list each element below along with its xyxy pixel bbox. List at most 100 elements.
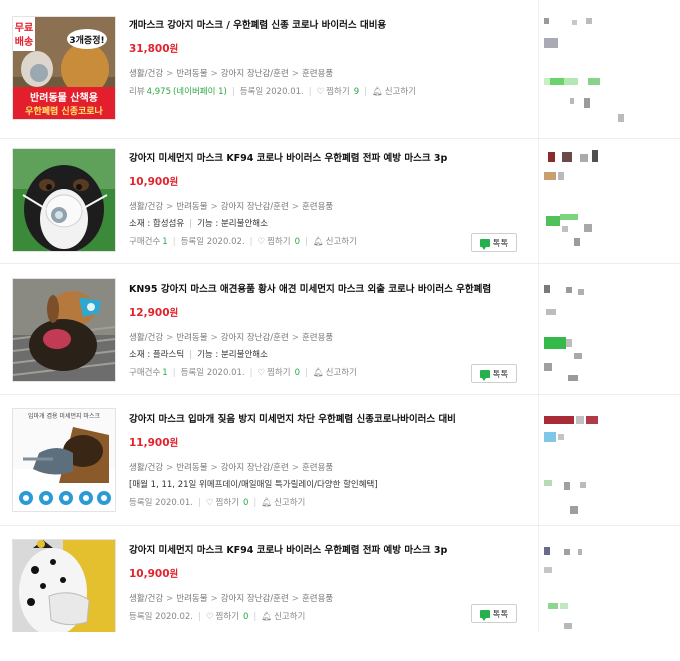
- category-link[interactable]: 강아지 장난감/훈련: [221, 463, 289, 473]
- category-link[interactable]: 훈련용품: [302, 69, 333, 79]
- purchase-label: 구매건수: [129, 237, 161, 247]
- category-link[interactable]: 반려동물: [176, 333, 207, 343]
- badge-text-1: 무료: [15, 22, 33, 34]
- product-image[interactable]: [12, 539, 116, 632]
- review-label[interactable]: 리뷰: [129, 87, 145, 98]
- report-button[interactable]: 🔔︎ 신고하기: [261, 612, 305, 623]
- product-spec: 소재 : 합성섬유 | 기능 : 분리불안해소: [129, 219, 268, 229]
- product-title[interactable]: 강아지 미세먼지 마스크 KF94 코로나 바이러스 우한폐렴 전파 예방 마스…: [129, 153, 529, 165]
- price-value: 31,800: [129, 43, 170, 55]
- dog-white-mask-image: [13, 149, 115, 251]
- product-image[interactable]: [12, 278, 116, 382]
- wish-count: 0: [294, 237, 300, 247]
- promo-line-2: 우한폐렴 신종코로나: [25, 105, 103, 117]
- spec-function: 기능 : 분리불안해소: [197, 219, 268, 229]
- category-link[interactable]: 반려동물: [176, 202, 207, 212]
- category-link[interactable]: 훈련용품: [302, 594, 333, 604]
- purchase-label: 구매건수: [129, 368, 161, 378]
- talktalk-button[interactable]: 톡톡: [471, 233, 517, 252]
- bell-icon: 🔔︎: [261, 612, 273, 622]
- report-button[interactable]: 🔔︎ 신고하기: [313, 237, 357, 248]
- report-button[interactable]: 🔔︎ 신고하기: [261, 498, 305, 509]
- promo-text: [매월 1, 11, 21일 위메프데이/매일매일 특가릴레이/다양한 할인혜택…: [129, 480, 378, 490]
- spec-function: 기능 : 분리불안해소: [197, 350, 268, 360]
- category-breadcrumb: 생활/건강 > 반려동물 > 강아지 장난감/훈련 > 훈련용품: [129, 594, 334, 604]
- currency-unit: 원: [169, 569, 179, 580]
- category-link[interactable]: 생활/건강: [129, 69, 163, 79]
- category-link[interactable]: 반려동물: [176, 594, 207, 604]
- talk-label: 톡톡: [492, 238, 509, 249]
- product-title[interactable]: 강아지 미세먼지 마스크 KF94 코로나 바이러스 우한폐렴 전파 예방 마스…: [129, 545, 529, 557]
- wish-count: 0: [242, 498, 249, 508]
- category-link[interactable]: 생활/건강: [129, 202, 163, 212]
- wish-label: 찜하기: [267, 237, 291, 247]
- report-label: 신고하기: [325, 368, 357, 378]
- talktalk-button[interactable]: 톡톡: [471, 364, 517, 383]
- promo-line-1: 반려동물 산책용: [30, 91, 98, 104]
- register-date: 등록일 2020.02.: [129, 612, 194, 622]
- category-link[interactable]: 반려동물: [176, 69, 207, 79]
- heart-icon: ♡: [257, 368, 266, 378]
- product-image[interactable]: [12, 148, 116, 252]
- dog-kn95-mask-image: [13, 279, 115, 381]
- wish-button[interactable]: ♡ 찜하기 0: [206, 612, 249, 623]
- spec-material: 소재 : 플라스틱: [129, 350, 185, 360]
- currency-unit: 원: [169, 44, 179, 55]
- product-title[interactable]: 강아지 마스크 입마개 짖음 방지 미세먼지 차단 우한폐렴 신종코로나바이러스…: [129, 414, 529, 426]
- talk-label: 톡톡: [492, 609, 509, 620]
- category-link[interactable]: 생활/건강: [129, 463, 163, 473]
- category-link[interactable]: 반려동물: [176, 463, 207, 473]
- review-count[interactable]: 4,975: [147, 87, 171, 98]
- bell-icon: 🔔︎: [371, 87, 383, 97]
- category-link[interactable]: 강아지 장난감/훈련: [221, 202, 289, 212]
- purchase-count: 1: [162, 368, 168, 378]
- price-value: 10,900: [129, 176, 170, 188]
- wish-button[interactable]: ♡ 찜하기 0: [257, 237, 300, 248]
- report-label: 신고하기: [274, 498, 306, 508]
- product-title[interactable]: 개마스크 강아지 마스크 / 우한폐렴 신종 코로나 바이러스 대비용: [129, 20, 529, 32]
- list-item: 강아지 미세먼지 마스크 KF94 코로나 바이러스 우한폐렴 전파 예방 마스…: [0, 138, 680, 264]
- product-image[interactable]: 입마개 겸용 미세먼지 마스크: [12, 408, 116, 512]
- category-link[interactable]: 강아지 장난감/훈련: [221, 594, 289, 604]
- category-breadcrumb: 생활/건강 > 반려동물 > 강아지 장난감/훈련 > 훈련용품: [129, 202, 334, 212]
- category-link[interactable]: 생활/건강: [129, 594, 163, 604]
- product-image[interactable]: 무료 배송 3개증정! 반려동물 산책용 우한폐렴 신종코로나: [12, 16, 116, 120]
- product-meta: 리뷰 4,975 (네이버페이 1) | 등록일 2020.01. | ♡ 찜하기…: [129, 87, 417, 98]
- image-caption: 입마개 겸용 미세먼지 마스크: [28, 412, 100, 420]
- product-price: 11,900원: [129, 437, 529, 450]
- chat-icon: [479, 609, 490, 621]
- product-price: 10,900원: [129, 568, 529, 581]
- product-spec: 소재 : 플라스틱 | 기능 : 분리불안해소: [129, 350, 268, 360]
- category-link[interactable]: 강아지 장난감/훈련: [221, 69, 289, 79]
- report-button[interactable]: 🔔︎ 신고하기: [372, 87, 416, 98]
- bell-icon: 🔔︎: [312, 368, 324, 378]
- heart-icon: ♡: [316, 87, 325, 97]
- wish-button[interactable]: ♡ 찜하기 0: [206, 498, 249, 509]
- chat-icon: [479, 369, 490, 381]
- heart-icon: ♡: [205, 612, 214, 622]
- category-breadcrumb: 생활/건강 > 반려동물 > 강아지 장난감/훈련 > 훈련용품: [129, 463, 334, 473]
- wish-label: 찜하기: [267, 368, 291, 378]
- wish-button[interactable]: ♡ 찜하기 0: [257, 368, 300, 379]
- report-button[interactable]: 🔔︎ 신고하기: [313, 368, 357, 379]
- talktalk-button[interactable]: 톡톡: [471, 604, 517, 623]
- category-link[interactable]: 훈련용품: [302, 463, 333, 473]
- chat-icon: [479, 238, 490, 250]
- category-link[interactable]: 강아지 장난감/훈련: [221, 333, 289, 343]
- seller-info-blurred: [540, 410, 680, 530]
- seller-info-blurred: [540, 146, 680, 266]
- category-breadcrumb: 생활/건강 > 반려동물 > 강아지 장난감/훈련 > 훈련용품: [129, 69, 334, 79]
- category-link[interactable]: 훈련용품: [302, 333, 333, 343]
- category-link[interactable]: 훈련용품: [302, 202, 333, 212]
- product-title[interactable]: KN95 강아지 마스크 애견용품 황사 애견 미세먼지 마스크 외출 코로나 …: [129, 284, 529, 296]
- category-link[interactable]: 생활/건강: [129, 333, 163, 343]
- list-item: KN95 강아지 마스크 애견용품 황사 애견 미세먼지 마스크 외출 코로나 …: [0, 263, 680, 395]
- wish-count: 0: [294, 368, 300, 378]
- register-date: 등록일 2020.01.: [239, 87, 304, 97]
- product-meta: 등록일 2020.01. | ♡ 찜하기 0 | 🔔︎ 신고하기: [129, 498, 306, 509]
- purchase-count: 1: [162, 237, 168, 247]
- wish-label: 찜하기: [326, 87, 350, 97]
- wish-button[interactable]: ♡ 찜하기 9: [317, 87, 360, 98]
- wish-label: 찜하기: [215, 498, 239, 508]
- product-meta: 구매건수 1 | 등록일 2020.01. | ♡ 찜하기 0 | 🔔︎ 신고하기: [129, 368, 357, 379]
